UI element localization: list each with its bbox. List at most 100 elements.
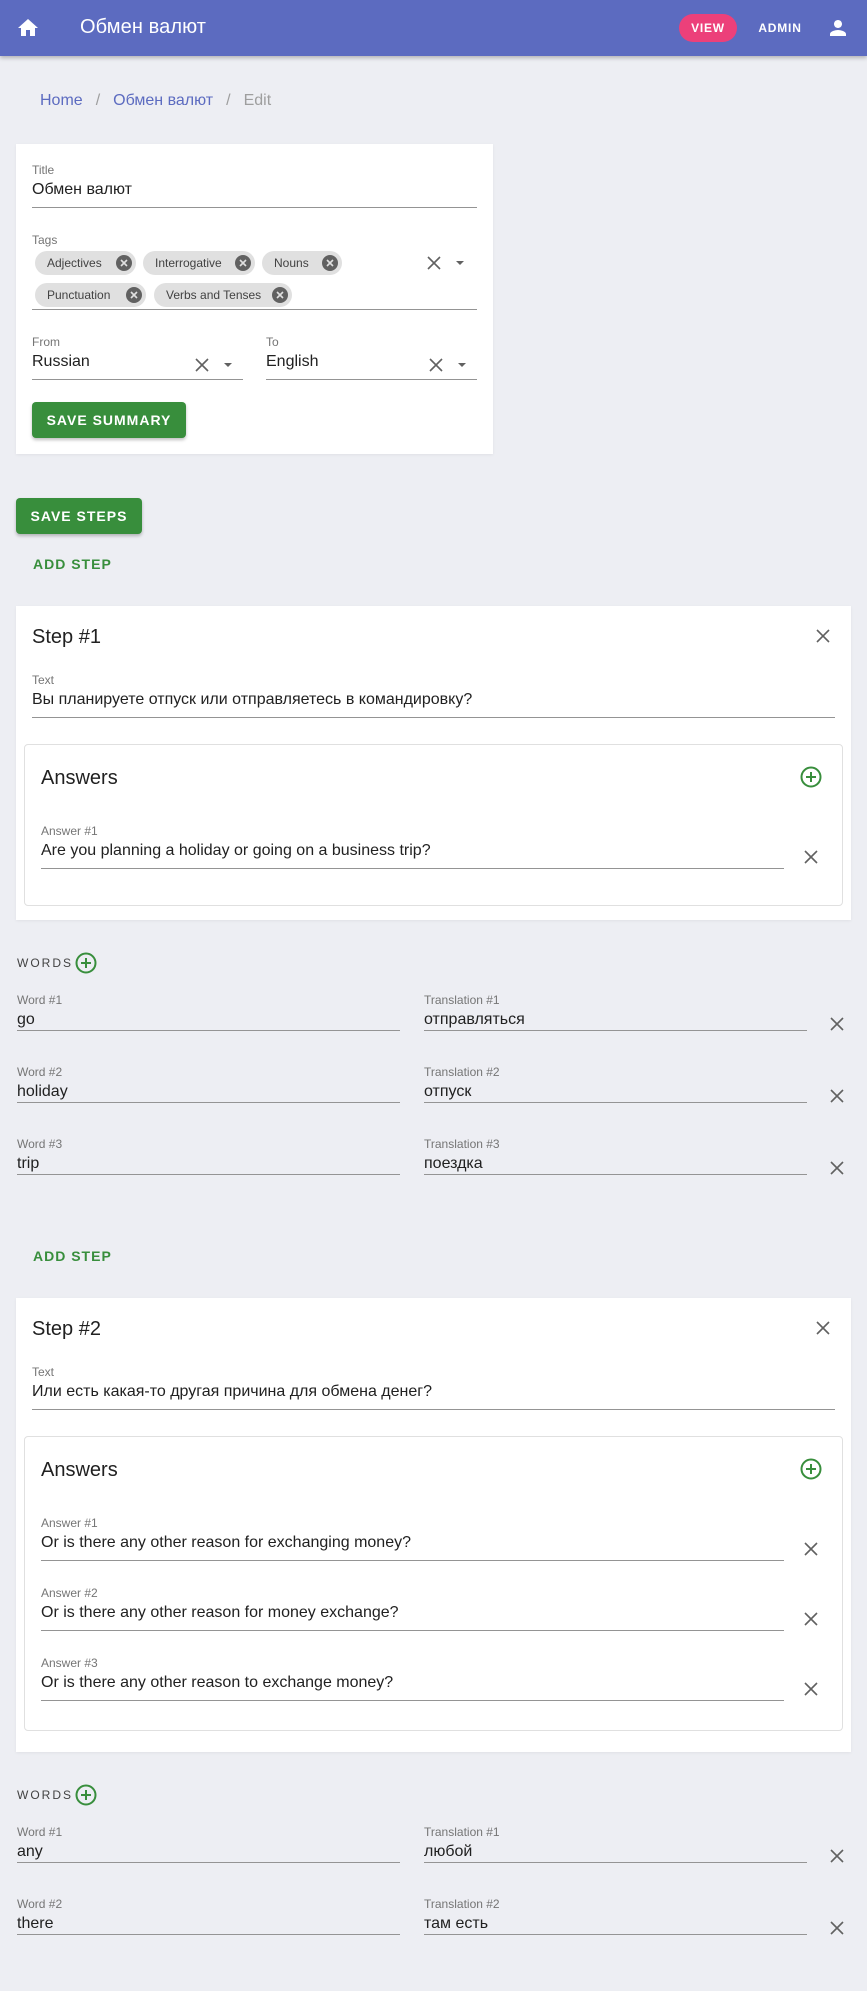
- remove-answer-icon[interactable]: [799, 1607, 823, 1631]
- clear-to-icon[interactable]: [424, 353, 448, 377]
- clear-from-icon[interactable]: [190, 353, 214, 377]
- remove-word-icon[interactable]: [825, 1084, 849, 1108]
- home-icon[interactable]: [14, 14, 42, 42]
- word-value[interactable]: any: [17, 1842, 400, 1862]
- step-text-field[interactable]: Text Вы планируете отпуск или отправляет…: [32, 673, 835, 718]
- remove-answer-icon[interactable]: [799, 1537, 823, 1561]
- remove-word-icon[interactable]: [825, 1012, 849, 1036]
- remove-word-icon[interactable]: [825, 1844, 849, 1868]
- to-select[interactable]: To English: [266, 335, 477, 380]
- word-field[interactable]: Word #2 holiday: [17, 1065, 400, 1103]
- dropdown-arrow-icon[interactable]: [450, 353, 474, 377]
- tag-chip-label: Punctuation: [47, 288, 111, 302]
- dropdown-arrow-icon[interactable]: [448, 251, 472, 275]
- translation-field[interactable]: Translation #3 поездка: [424, 1137, 807, 1175]
- answer-field[interactable]: Answer #1 Or is there any other reason f…: [41, 1516, 784, 1561]
- answers-panel: Answers Answer #1 Or is there any other …: [24, 1436, 843, 1731]
- tag-chip[interactable]: Adjectives: [35, 251, 136, 275]
- add-step-button[interactable]: ADD STEP: [33, 556, 112, 572]
- step-text-field[interactable]: Text Или есть какая-то другая причина дл…: [32, 1365, 835, 1410]
- account-icon[interactable]: [824, 14, 852, 42]
- tags-field[interactable]: Tags Adjectives Interrogative Nouns Punc…: [32, 233, 477, 310]
- answer-field[interactable]: Answer #1 Are you planning a holiday or …: [41, 824, 784, 869]
- step-text-label: Text: [32, 1365, 55, 1379]
- breadcrumb-lesson[interactable]: Обмен валют: [113, 92, 213, 110]
- add-step-button[interactable]: ADD STEP: [33, 1248, 112, 1264]
- answer-field[interactable]: Answer #3 Or is there any other reason t…: [41, 1656, 784, 1701]
- remove-word-icon[interactable]: [825, 1916, 849, 1940]
- add-answer-icon[interactable]: [799, 1457, 823, 1481]
- add-word-icon[interactable]: [74, 1783, 98, 1807]
- tag-chip-label: Interrogative: [155, 256, 222, 270]
- words-title: WORDS: [17, 956, 73, 970]
- chip-remove-icon[interactable]: [235, 255, 251, 271]
- step-card: Step #2 Text Или есть какая-то другая пр…: [16, 1298, 851, 1752]
- clear-tags-icon[interactable]: [422, 251, 446, 275]
- word-field[interactable]: Word #2 there: [17, 1897, 400, 1935]
- translation-field[interactable]: Translation #1 любой: [424, 1825, 807, 1863]
- title-field-value[interactable]: Обмен валют: [32, 180, 477, 200]
- word-label: Word #3: [17, 1137, 63, 1151]
- answer-label: Answer #1: [41, 1516, 98, 1530]
- dropdown-arrow-icon[interactable]: [216, 353, 240, 377]
- answer-value[interactable]: Or is there any other reason for money e…: [41, 1603, 784, 1623]
- remove-answer-icon[interactable]: [799, 845, 823, 869]
- step-text-value[interactable]: Или есть какая-то другая причина для обм…: [32, 1382, 835, 1402]
- translation-label: Translation #2: [424, 1065, 500, 1079]
- answer-label: Answer #1: [41, 824, 98, 838]
- chip-remove-icon[interactable]: [126, 287, 142, 303]
- answer-field[interactable]: Answer #2 Or is there any other reason f…: [41, 1586, 784, 1631]
- word-field[interactable]: Word #1 any: [17, 1825, 400, 1863]
- step-text-value[interactable]: Вы планируете отпуск или отправляетесь в…: [32, 690, 835, 710]
- words-title: WORDS: [17, 1788, 73, 1802]
- translation-value[interactable]: поездка: [424, 1154, 807, 1174]
- title-field[interactable]: Title Обмен валют: [32, 163, 477, 208]
- save-steps-button[interactable]: SAVE STEPS: [16, 498, 142, 534]
- from-select[interactable]: From Russian: [32, 335, 243, 380]
- remove-answer-icon[interactable]: [799, 1677, 823, 1701]
- app-title: Обмен валют: [80, 16, 207, 38]
- admin-button[interactable]: ADMIN: [752, 14, 808, 42]
- answer-value[interactable]: Or is there any other reason to exchange…: [41, 1673, 784, 1693]
- answer-value[interactable]: Are you planning a holiday or going on a…: [41, 841, 784, 861]
- tag-chip-label: Adjectives: [47, 256, 102, 270]
- answers-title: Answers: [41, 1459, 118, 1481]
- word-value[interactable]: go: [17, 1010, 400, 1030]
- chip-remove-icon[interactable]: [116, 255, 132, 271]
- tag-chip-label: Verbs and Tenses: [166, 288, 262, 302]
- translation-field[interactable]: Translation #2 отпуск: [424, 1065, 807, 1103]
- view-button[interactable]: VIEW: [679, 14, 737, 42]
- word-value[interactable]: trip: [17, 1154, 400, 1174]
- step-title: Step #2: [32, 1318, 101, 1340]
- save-summary-button[interactable]: SAVE SUMMARY: [32, 402, 186, 438]
- add-answer-icon[interactable]: [799, 765, 823, 789]
- word-field[interactable]: Word #1 go: [17, 993, 400, 1031]
- tags-field-label: Tags: [32, 233, 58, 247]
- from-select-label: From: [32, 335, 60, 349]
- app-bar: Обмен валют VIEW ADMIN: [0, 0, 867, 56]
- step-title: Step #1: [32, 626, 101, 648]
- close-icon[interactable]: [811, 1316, 835, 1340]
- translation-value[interactable]: любой: [424, 1842, 807, 1862]
- tag-chip[interactable]: Verbs and Tenses: [154, 283, 292, 307]
- word-label: Word #2: [17, 1065, 63, 1079]
- tag-chip[interactable]: Interrogative: [143, 251, 255, 275]
- breadcrumb-home[interactable]: Home: [40, 92, 83, 110]
- answer-value[interactable]: Or is there any other reason for exchang…: [41, 1533, 784, 1553]
- add-word-icon[interactable]: [74, 951, 98, 975]
- translation-field[interactable]: Translation #2 там есть: [424, 1897, 807, 1935]
- translation-value[interactable]: отпуск: [424, 1082, 807, 1102]
- tag-chip[interactable]: Punctuation: [35, 283, 146, 307]
- word-label: Word #2: [17, 1897, 63, 1911]
- translation-value[interactable]: отправляться: [424, 1010, 807, 1030]
- translation-value[interactable]: там есть: [424, 1914, 807, 1934]
- word-value[interactable]: there: [17, 1914, 400, 1934]
- remove-word-icon[interactable]: [825, 1156, 849, 1180]
- tag-chip[interactable]: Nouns: [262, 251, 342, 275]
- close-icon[interactable]: [811, 624, 835, 648]
- translation-field[interactable]: Translation #1 отправляться: [424, 993, 807, 1031]
- chip-remove-icon[interactable]: [322, 255, 338, 271]
- chip-remove-icon[interactable]: [272, 287, 288, 303]
- word-field[interactable]: Word #3 trip: [17, 1137, 400, 1175]
- word-value[interactable]: holiday: [17, 1082, 400, 1102]
